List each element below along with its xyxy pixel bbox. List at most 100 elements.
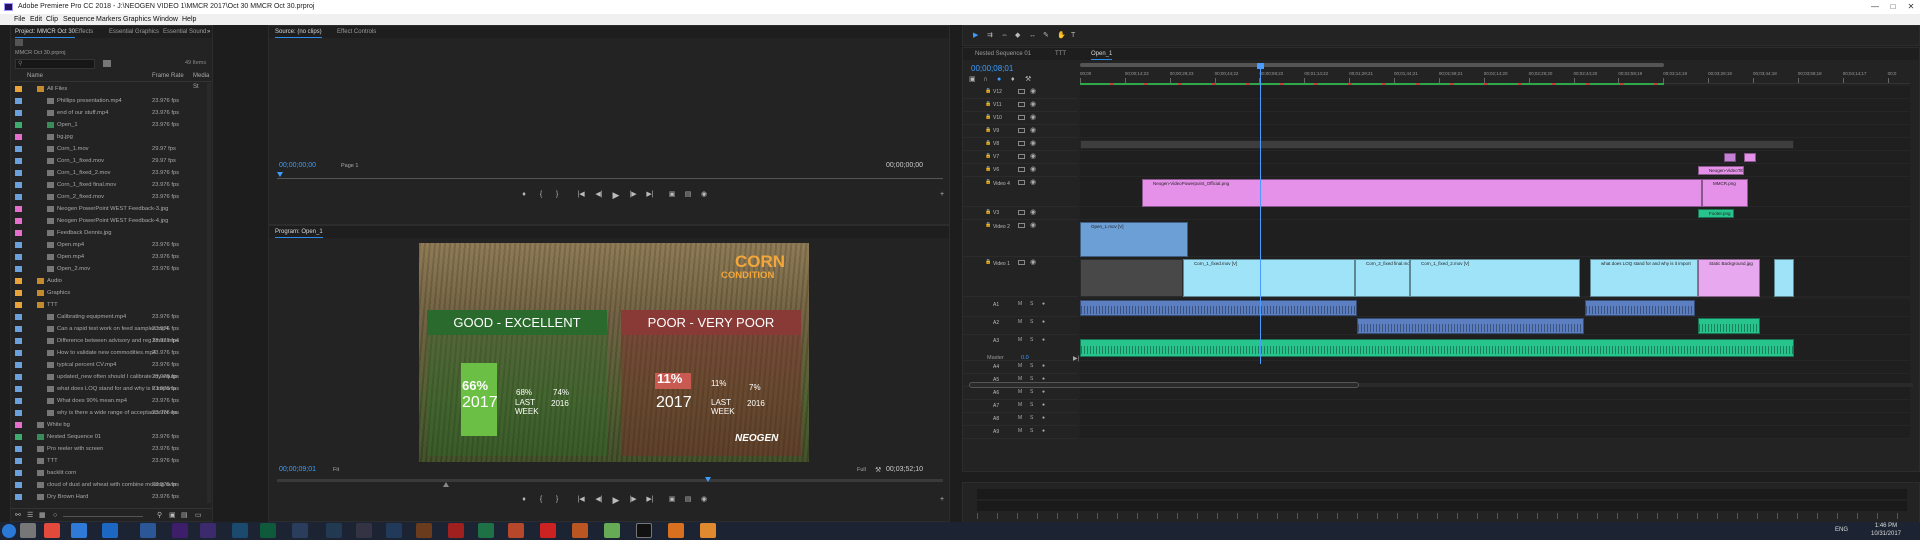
program-add-button-icon[interactable]: +: [937, 495, 947, 505]
file-explorer-taskbar-icon[interactable]: [20, 523, 36, 538]
project-item[interactable]: TTT 23.976 fps: [11, 455, 204, 467]
tab-essential-graphics[interactable]: Essential Graphics: [109, 26, 159, 38]
column-frame-rate[interactable]: Frame Rate: [152, 71, 184, 82]
type-tool-icon[interactable]: T: [1071, 31, 1075, 41]
voiceover-mic-icon[interactable]: ●: [1042, 301, 1045, 307]
tab-effect-controls[interactable]: Effect Controls: [337, 26, 376, 38]
v7-small-clip[interactable]: [1724, 153, 1736, 162]
track-select-tool-icon[interactable]: ⇉: [987, 31, 993, 41]
more-tabs-icon[interactable]: »: [207, 26, 210, 38]
track-lock-icon[interactable]: 🔒: [985, 140, 991, 146]
timeline-settings-icon[interactable]: ⚒: [1025, 75, 1031, 85]
project-search-input[interactable]: [15, 59, 95, 69]
track-lock-icon[interactable]: 🔒: [985, 259, 991, 265]
voiceover-mic-icon[interactable]: ●: [1042, 415, 1045, 421]
voiceover-mic-icon[interactable]: ●: [1042, 402, 1045, 408]
a1-clip-open[interactable]: [1080, 300, 1357, 316]
after-effects-taskbar-icon[interactable]: [200, 523, 216, 538]
nest-icon[interactable]: ▣: [969, 75, 976, 85]
project-item[interactable]: end of our stuff.mp4 23.976 fps: [11, 107, 204, 119]
project-item[interactable]: Feedback Dennis.jpg: [11, 227, 204, 239]
toggle-sync-lock-icon[interactable]: [1018, 210, 1025, 215]
video-track-label[interactable]: V6: [993, 167, 999, 173]
add-marker-icon[interactable]: ♦: [1011, 75, 1015, 85]
program-step-back-icon[interactable]: ◀|: [594, 495, 604, 505]
video-track-label[interactable]: Video 2: [993, 224, 1010, 230]
linked-selection-icon[interactable]: ●: [997, 75, 1001, 85]
menu-help[interactable]: Help: [182, 14, 196, 25]
solo-button[interactable]: S: [1030, 415, 1033, 421]
project-item[interactable]: typical percent CV.mp4 23.976 fps: [11, 359, 204, 371]
add-button-icon[interactable]: +: [937, 190, 947, 200]
pen-tool-icon[interactable]: ✎: [1043, 31, 1049, 41]
video-track-label[interactable]: Video 4: [993, 181, 1010, 187]
maximize-button[interactable]: □: [1884, 2, 1902, 12]
audio-track-label[interactable]: A7: [993, 403, 999, 409]
program-export-frame-icon[interactable]: ◉: [699, 495, 709, 505]
master-volume[interactable]: 0.0: [1021, 355, 1029, 361]
input-language[interactable]: ENG: [1835, 527, 1848, 533]
project-item[interactable]: Dry Brown Hard 23.976 fps: [11, 491, 204, 503]
toggle-sync-lock-icon[interactable]: [1018, 154, 1025, 159]
a3-music-clip[interactable]: [1080, 339, 1794, 357]
taskbar-clock-time[interactable]: 1:46 PM: [1866, 523, 1906, 529]
audio-track-lane[interactable]: [1080, 387, 1910, 400]
tab-essential-sound[interactable]: Essential Sound: [163, 26, 206, 38]
video-track-label[interactable]: V12: [993, 89, 1002, 95]
mute-button[interactable]: M: [1018, 337, 1022, 343]
solo-button[interactable]: S: [1030, 402, 1033, 408]
project-item[interactable]: All Files: [11, 83, 204, 95]
chrome-taskbar-icon[interactable]: [44, 523, 60, 538]
video-track-lane[interactable]: [1080, 164, 1910, 177]
project-item[interactable]: White bg: [11, 419, 204, 431]
audio-track-label[interactable]: A1: [993, 302, 999, 308]
app-taskbar-icon-3[interactable]: [572, 523, 588, 538]
project-item[interactable]: Corn_1.mov 29.97 fps: [11, 143, 204, 155]
ie-taskbar-icon[interactable]: [71, 523, 87, 538]
project-item[interactable]: Neogen PowerPoint WEST Feedback-4.jpg: [11, 215, 204, 227]
ripple-edit-tool-icon[interactable]: ⇔: [1001, 31, 1008, 41]
menu-window[interactable]: Window: [153, 14, 178, 25]
solo-button[interactable]: S: [1030, 337, 1033, 343]
source-timecode[interactable]: 00;00;00;00: [279, 162, 316, 169]
project-item[interactable]: Corn_1_fixed.mov 29.97 fps: [11, 155, 204, 167]
tab-open-1[interactable]: Open_1: [1091, 48, 1113, 60]
solo-button[interactable]: S: [1030, 428, 1033, 434]
video-track-lane[interactable]: [1080, 99, 1910, 112]
audio-track-label[interactable]: A8: [993, 416, 999, 422]
toggle-sync-lock-icon[interactable]: [1018, 89, 1025, 94]
tab-ttt[interactable]: TTT: [1055, 48, 1066, 60]
mute-button[interactable]: M: [1018, 402, 1022, 408]
tab-source[interactable]: Source: (no clips): [275, 26, 322, 38]
mute-button[interactable]: M: [1018, 301, 1022, 307]
timeline-scroll-thumb[interactable]: [969, 382, 1359, 388]
audition-taskbar-icon[interactable]: [260, 523, 276, 538]
taskbar-clock-date[interactable]: 10/31/2017: [1866, 531, 1906, 537]
zoom-slider[interactable]: [63, 516, 143, 517]
voiceover-mic-icon[interactable]: ●: [1042, 389, 1045, 395]
tab-effects[interactable]: Effects: [75, 26, 93, 38]
find-icon[interactable]: ⚲: [157, 511, 162, 521]
toggle-sync-lock-icon[interactable]: [1018, 128, 1025, 133]
project-item[interactable]: Audio: [11, 275, 204, 287]
column-name[interactable]: Name: [27, 71, 43, 82]
mute-button[interactable]: M: [1018, 319, 1022, 325]
program-scrub-bar[interactable]: [277, 479, 943, 482]
mute-button[interactable]: M: [1018, 428, 1022, 434]
v7-title-clip[interactable]: [1744, 153, 1756, 162]
solo-button[interactable]: S: [1030, 389, 1033, 395]
source-page-select[interactable]: Page 1: [341, 163, 358, 169]
list-view-icon[interactable]: ☰: [27, 511, 33, 521]
a1-clip-loq[interactable]: [1585, 300, 1695, 316]
audio-track-lane[interactable]: [1080, 413, 1910, 426]
mute-button[interactable]: M: [1018, 415, 1022, 421]
video-track-label[interactable]: V9: [993, 128, 999, 134]
mark-out-icon[interactable]: }: [552, 190, 562, 200]
work-area-bar[interactable]: [1080, 63, 1664, 67]
v1-corn1-clip[interactable]: Corn_1_fixed.mov [V]: [1183, 259, 1355, 297]
v4-mmcr-clip[interactable]: MMCR.png: [1702, 179, 1748, 207]
a2-clip-corn[interactable]: [1357, 318, 1584, 334]
program-play-icon[interactable]: ▶: [611, 495, 621, 505]
project-item[interactable]: Corn_1_fixed final.mov 23.976 fps: [11, 179, 204, 191]
timeline-playhead[interactable]: [1260, 64, 1261, 364]
